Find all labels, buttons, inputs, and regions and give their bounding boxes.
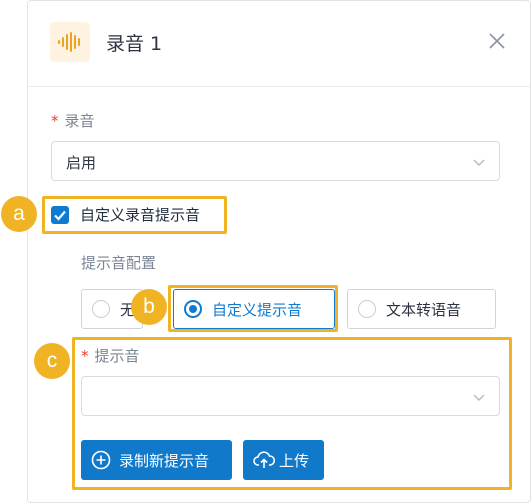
radio-option-tts[interactable]: 文本转语音	[347, 289, 496, 329]
chevron-down-icon	[473, 159, 485, 166]
recording-field-label: * 录音	[51, 112, 95, 130]
radio-circle	[358, 300, 376, 318]
header-divider	[27, 86, 531, 87]
callout-badge-b: b	[131, 289, 167, 325]
callout-a-highlight	[42, 196, 227, 234]
recording-select-value: 启用	[66, 154, 97, 172]
callout-c-highlight	[72, 337, 512, 490]
callout-badge-c: c	[34, 343, 70, 379]
panel-title: 录音 1	[106, 33, 163, 55]
callout-badge-a: a	[1, 196, 37, 232]
radio-circle	[92, 300, 110, 318]
recording-select[interactable]: 启用	[51, 141, 500, 181]
panel-header: 录音 1	[27, 0, 531, 86]
required-asterisk: *	[51, 112, 59, 130]
callout-b-highlight	[168, 285, 338, 332]
prompt-config-label: 提示音配置	[81, 254, 157, 272]
audio-waveform-icon	[50, 22, 90, 62]
close-icon[interactable]	[487, 31, 507, 51]
